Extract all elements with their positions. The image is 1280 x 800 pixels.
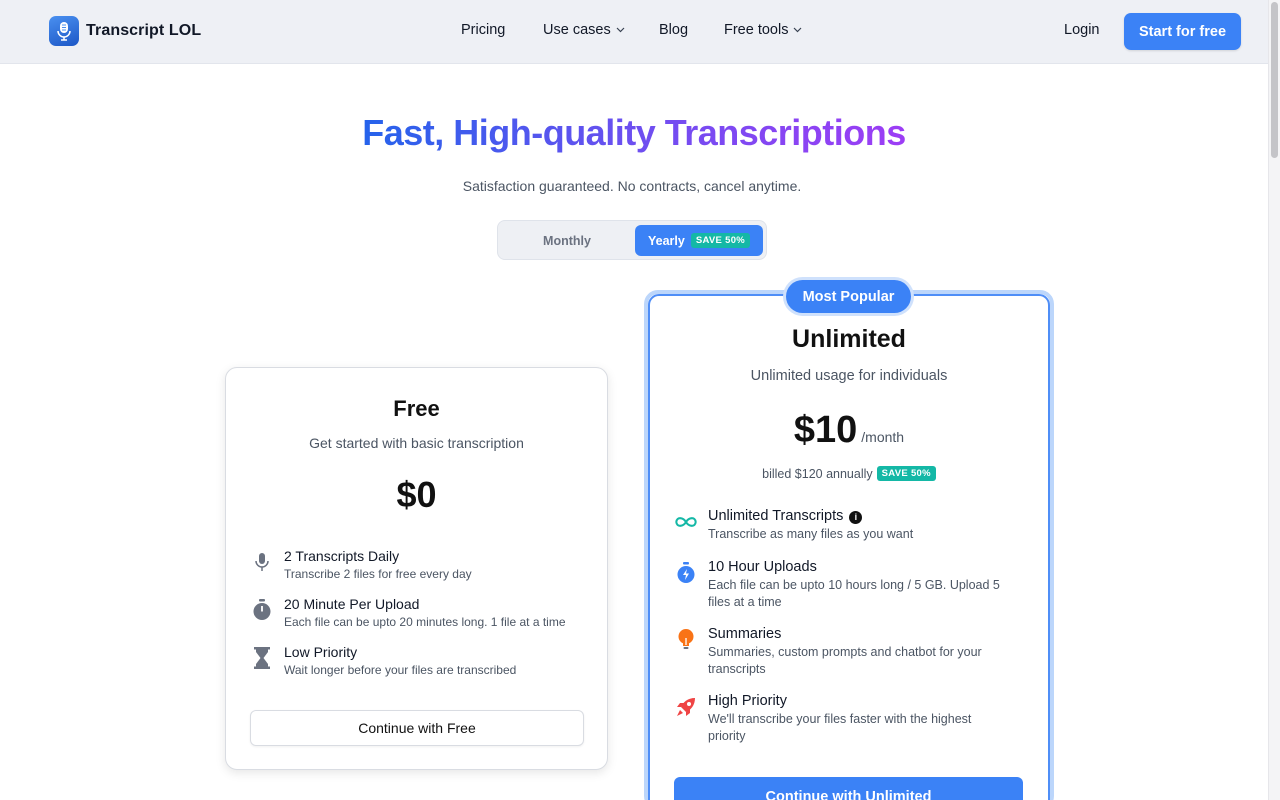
most-popular-badge: Most Popular <box>786 280 911 313</box>
stopwatch-icon <box>250 598 274 622</box>
unlimited-feature-desc: Summaries, custom prompts and chatbot fo… <box>708 645 982 676</box>
yearly-option[interactable]: Yearly SAVE 50% <box>635 225 763 256</box>
free-feature-item: Low Priority Wait longer before your fil… <box>250 644 516 679</box>
info-icon[interactable]: i <box>849 511 863 524</box>
chevron-down-icon <box>616 27 625 33</box>
unlimited-feature-desc: Transcribe as many files as you want <box>708 527 914 541</box>
unlimited-plan-price: $10 <box>793 409 858 451</box>
logo-text: Transcript LOL <box>86 22 202 39</box>
microphone-icon <box>250 550 274 574</box>
free-feature-title: 2 Transcripts Daily <box>284 548 400 564</box>
billed-annually-note: billed $120 annually SAVE 50% <box>650 466 1048 481</box>
unlimited-plan-description: Unlimited usage for individuals <box>750 368 948 384</box>
scrollbar-thumb[interactable] <box>1271 2 1278 158</box>
nav-free-tools-label: Free tools <box>724 22 789 38</box>
free-plan-price: $0 <box>396 474 437 515</box>
unlimited-feature-item: Unlimited Transcripts i Transcribe as man… <box>674 508 913 543</box>
free-plan-name: Free <box>393 396 440 421</box>
free-feature-desc: Transcribe 2 files for free every day <box>284 567 472 581</box>
page-subtitle: Satisfaction guaranteed. No contracts, c… <box>462 178 802 194</box>
free-feature-desc: Wait longer before your files are transc… <box>284 663 517 677</box>
nav-use-cases[interactable]: Use cases <box>543 22 625 38</box>
nav-blog-label: Blog <box>659 22 689 38</box>
unlimited-plan-period: /month <box>861 429 905 445</box>
unlimited-feature-item: Summaries Summaries, custom prompts and … <box>674 626 1004 678</box>
fast-stopwatch-icon <box>674 561 698 585</box>
nav-pricing-label: Pricing <box>461 22 506 38</box>
unlimited-feature-desc: Each file can be upto 10 hours long / 5 … <box>708 578 1000 609</box>
logo-link[interactable]: Transcript LOL <box>49 16 201 46</box>
unlimited-feature-desc: We'll transcribe your files faster with … <box>708 712 972 743</box>
unlimited-feature-item: High Priority We'll transcribe your file… <box>674 693 1004 745</box>
free-plan-card: Free Get started with basic transcriptio… <box>225 367 608 770</box>
feature-title-text: Unlimited Transcripts <box>708 508 844 524</box>
unlimited-feature-title: High Priority <box>708 693 787 709</box>
monthly-option[interactable]: Monthly <box>502 225 632 256</box>
free-plan-description: Get started with basic transcription <box>309 435 524 451</box>
lightbulb-icon <box>674 628 698 652</box>
nav-blog[interactable]: Blog <box>659 22 688 38</box>
chevron-down-icon <box>794 27 802 33</box>
free-feature-item: 20 Minute Per Upload Each file can be up… <box>250 596 566 631</box>
page-title-text: Fast, High-quality Transcriptions <box>362 112 906 153</box>
page-title: Fast, High-quality Transcriptions <box>0 112 1268 154</box>
infinity-icon <box>674 510 698 534</box>
unlimited-plan-price-row: $10/month <box>650 409 1048 452</box>
unlimited-feature-title: Summaries <box>708 626 782 642</box>
rocket-icon <box>674 695 698 719</box>
unlimited-plan-card: Unlimited Unlimited usage for individual… <box>648 294 1050 800</box>
billed-annually-text: billed $120 annually <box>762 466 873 481</box>
free-feature-title: 20 Minute Per Upload <box>284 596 420 612</box>
free-feature-item: 2 Transcripts Daily Transcribe 2 files f… <box>250 548 472 583</box>
microphone-logo-icon <box>49 16 79 46</box>
nav-free-tools[interactable]: Free tools <box>724 22 802 38</box>
unlimited-feature-item: 10 Hour Uploads Each file can be upto 10… <box>674 559 1004 611</box>
login-link[interactable]: Login <box>1064 22 1099 38</box>
continue-with-unlimited-button[interactable]: Continue with Unlimited <box>674 777 1023 800</box>
unlimited-feature-title: Unlimited Transcripts i <box>708 508 913 525</box>
free-feature-title: Low Priority <box>284 644 358 660</box>
hourglass-icon <box>250 646 274 670</box>
top-navbar: Transcript LOL Pricing Use cases Blog Fr… <box>0 0 1268 64</box>
continue-with-free-button[interactable]: Continue with Free <box>250 710 584 746</box>
unlimited-feature-title: 10 Hour Uploads <box>708 559 817 575</box>
nav-pricing[interactable]: Pricing <box>461 22 505 38</box>
start-for-free-button[interactable]: Start for free <box>1124 13 1241 50</box>
nav-use-cases-label: Use cases <box>543 22 611 38</box>
yearly-label: Yearly <box>647 233 685 248</box>
free-feature-desc: Each file can be upto 20 minutes long. 1… <box>284 615 566 629</box>
yearly-save-badge: SAVE 50% <box>690 233 751 248</box>
unlimited-plan-name: Unlimited <box>792 325 906 353</box>
billing-period-toggle: Monthly Yearly SAVE 50% <box>497 220 767 260</box>
page-scrollbar[interactable] <box>1268 0 1280 800</box>
billed-save-badge: SAVE 50% <box>876 466 936 481</box>
